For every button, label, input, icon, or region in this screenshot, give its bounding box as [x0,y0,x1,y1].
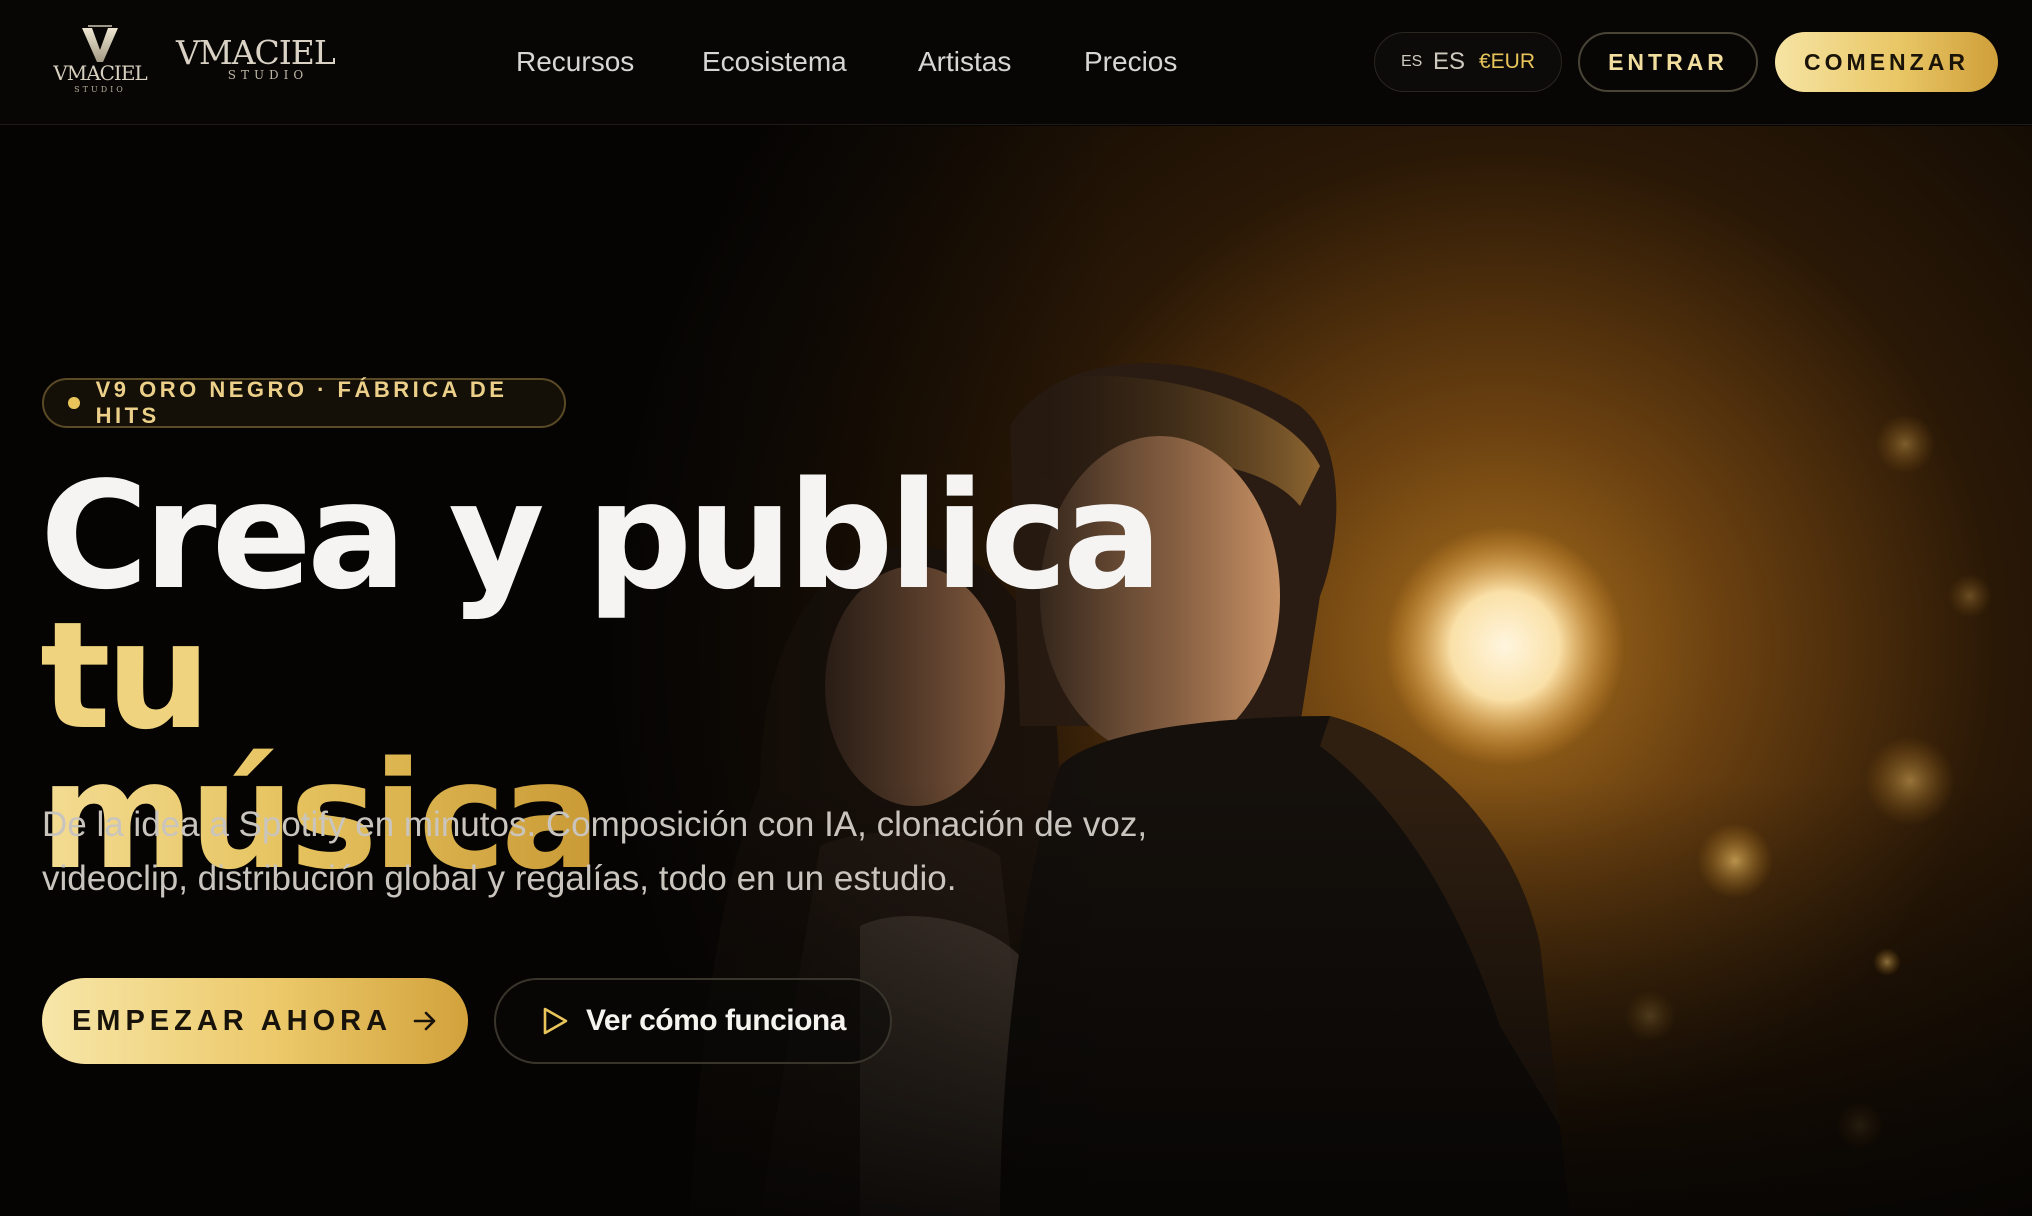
svg-text:STUDIO: STUDIO [74,85,126,94]
dot-icon [68,397,80,409]
hero-subtitle-line-1: De la idea a Spotify en minutos. Composi… [42,805,1148,844]
hero-subtitle-line-2: videoclip, distribución global y regalía… [42,859,957,898]
main-nav: Recursos Ecosistema Artistas Precios [516,40,1204,84]
currency-label: €EUR [1479,50,1536,73]
nav-link-precios[interactable]: Precios [1084,40,1204,84]
brand-name: VMACIEL [176,33,336,72]
hero-section: V9 ORO NEGRO · FÁBRICA DE HITS Crea y pu… [0,126,2032,1216]
site-header: VMACIEL STUDIO VMACIEL STUDIO Recursos E… [0,0,2032,125]
nav-link-artistas[interactable]: Artistas [918,40,1084,84]
play-icon [543,1007,568,1035]
svg-text:VMACIEL: VMACIEL [52,61,147,85]
nav-link-ecosistema[interactable]: Ecosistema [702,40,918,84]
arrow-right-icon [413,1011,436,1031]
start-button[interactable]: COMENZAR [1775,32,1998,92]
language-label: ES [1433,48,1466,75]
start-now-label: EMPEZAR AHORA [71,1004,393,1037]
v-crest-icon: VMACIEL STUDIO [52,25,148,94]
how-it-works-button[interactable]: Ver cómo funciona [494,978,892,1064]
hero-badge-text: V9 ORO NEGRO · FÁBRICA DE HITS [95,377,508,428]
brand-logo-mark[interactable]: VMACIEL STUDIO [48,24,152,94]
start-now-button[interactable]: EMPEZAR AHORA [42,978,468,1064]
nav-link-recursos[interactable]: Recursos [516,40,702,84]
headline-part-1: Crea y publica [40,450,1163,622]
hero-subtitle: De la idea a Spotify en minutos. Composi… [42,798,1282,906]
login-button[interactable]: ENTRAR [1578,32,1758,92]
flag-icon: ES [1401,53,1423,70]
brand-wordmark[interactable]: VMACIEL STUDIO [176,33,336,86]
how-it-works-label: Ver cómo funciona [586,1004,846,1037]
locale-selector[interactable]: ES ES €EUR [1374,32,1562,92]
hero-badge: V9 ORO NEGRO · FÁBRICA DE HITS [42,377,566,428]
